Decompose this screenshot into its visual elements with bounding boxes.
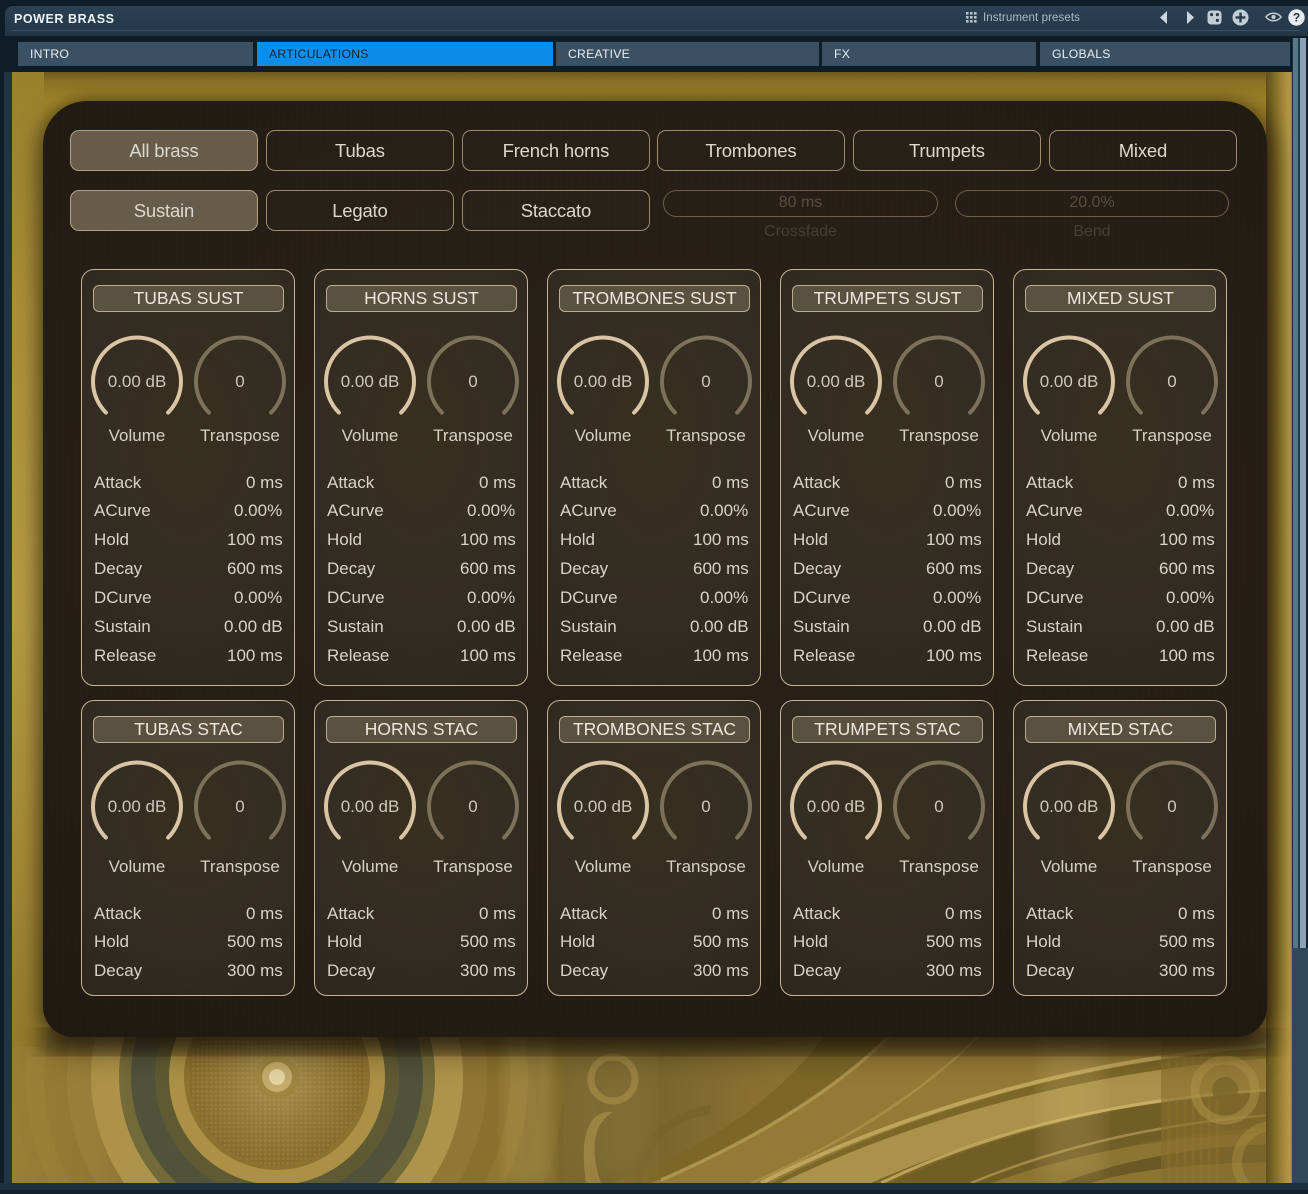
svg-text:?: ? — [1293, 11, 1300, 25]
